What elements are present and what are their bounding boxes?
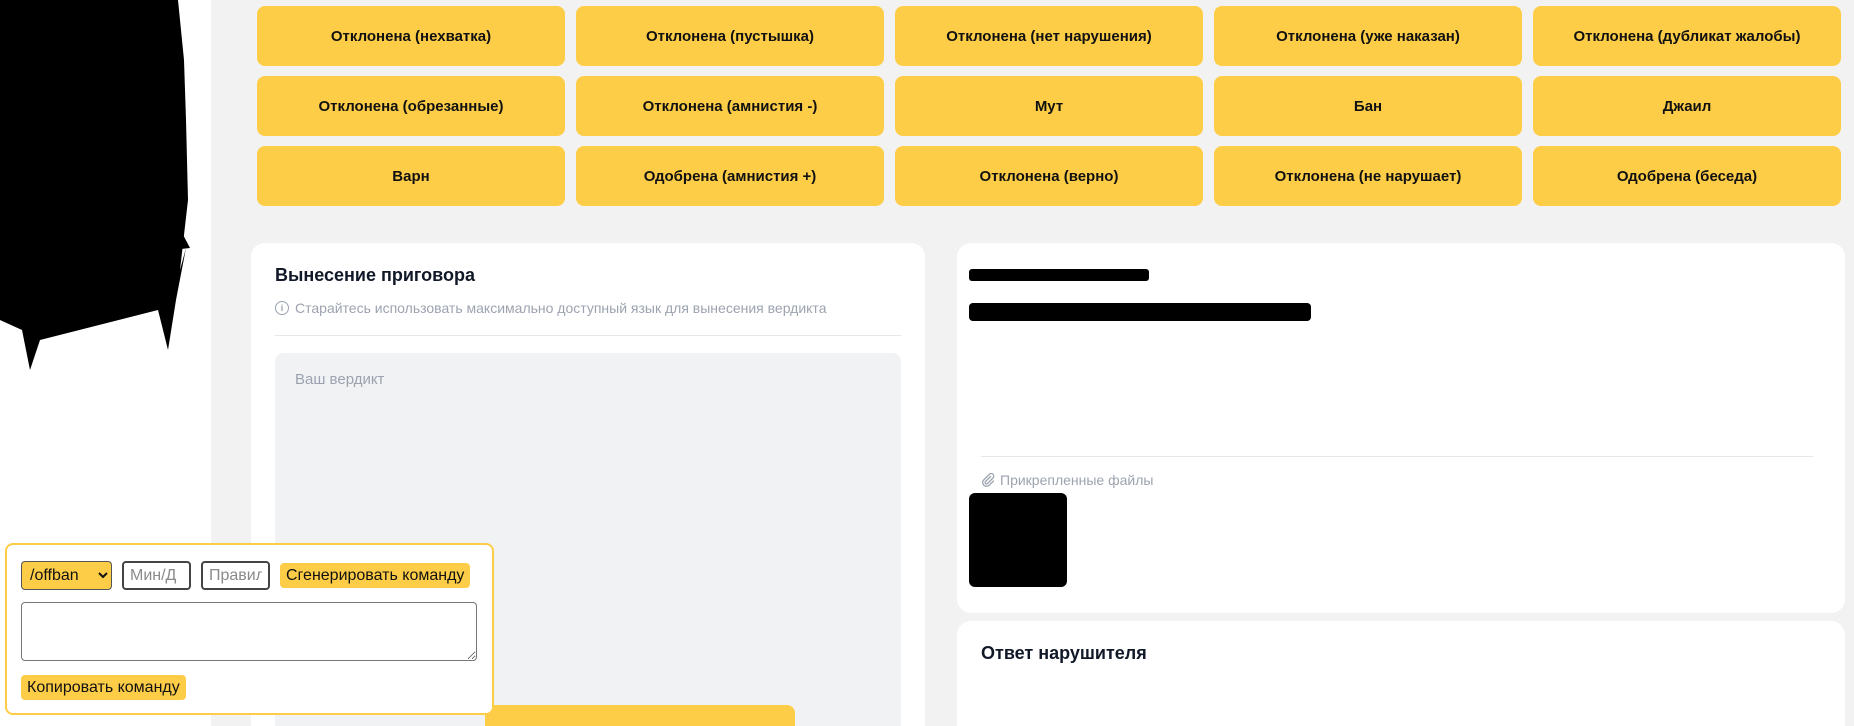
- generate-command-button[interactable]: Сгенерировать команду: [280, 563, 471, 588]
- verdict-button[interactable]: Бан: [1214, 76, 1522, 136]
- submit-verdict-button[interactable]: [485, 705, 795, 726]
- answer-card: Ответ нарушителя: [957, 621, 1845, 726]
- verdict-button[interactable]: Одобрена (амнистия +): [576, 146, 884, 206]
- complaint-card: Прикрепленные файлы: [957, 243, 1845, 613]
- answer-title: Ответ нарушителя: [981, 643, 1147, 663]
- paperclip-icon: [982, 473, 995, 487]
- verdict-button[interactable]: Отклонена (нет нарушения): [895, 6, 1203, 66]
- verdict-button[interactable]: Отклонена (пустышка): [576, 6, 884, 66]
- redacted-text: [969, 303, 1311, 321]
- verdict-button[interactable]: Отклонена (амнистия -): [576, 76, 884, 136]
- divider: [275, 335, 901, 336]
- command-output[interactable]: [21, 602, 477, 661]
- redacted-title: [969, 269, 1149, 281]
- sentence-hint-text: Старайтесь использовать максимально дост…: [295, 300, 827, 316]
- attached-files-text: Прикрепленные файлы: [1000, 472, 1154, 488]
- minutes-input[interactable]: [122, 561, 191, 590]
- redacted-attachment[interactable]: [969, 493, 1067, 587]
- verdict-button-grid: Отклонена (нехватка) Отклонена (пустышка)…: [257, 6, 1841, 206]
- files-divider: [981, 456, 1813, 457]
- verdict-button[interactable]: Отклонена (уже наказан): [1214, 6, 1522, 66]
- redacted-scribble: [0, 0, 190, 370]
- command-select[interactable]: /offban: [21, 561, 112, 590]
- verdict-button[interactable]: Отклонена (обрезанные): [257, 76, 565, 136]
- sentence-title: Вынесение приговора: [275, 265, 476, 285]
- copy-command-button[interactable]: Копировать команду: [21, 675, 186, 700]
- verdict-button[interactable]: Мут: [895, 76, 1203, 136]
- verdict-button[interactable]: Варн: [257, 146, 565, 206]
- verdict-button[interactable]: Одобрена (беседа): [1533, 146, 1841, 206]
- info-icon: i: [275, 301, 289, 315]
- verdict-button[interactable]: Отклонена (дубликат жалобы): [1533, 6, 1841, 66]
- attached-files-label: Прикрепленные файлы: [981, 472, 1153, 488]
- rule-input[interactable]: [201, 561, 270, 590]
- verdict-button[interactable]: Джаил: [1533, 76, 1841, 136]
- verdict-button[interactable]: Отклонена (нехватка): [257, 6, 565, 66]
- verdict-button[interactable]: Отклонена (верно): [895, 146, 1203, 206]
- command-generator-panel: /offban Сгенерировать команду Копировать…: [5, 543, 494, 715]
- verdict-button[interactable]: Отклонена (не нарушает): [1214, 146, 1522, 206]
- sentence-hint: i Старайтесь использовать максимально до…: [275, 300, 826, 316]
